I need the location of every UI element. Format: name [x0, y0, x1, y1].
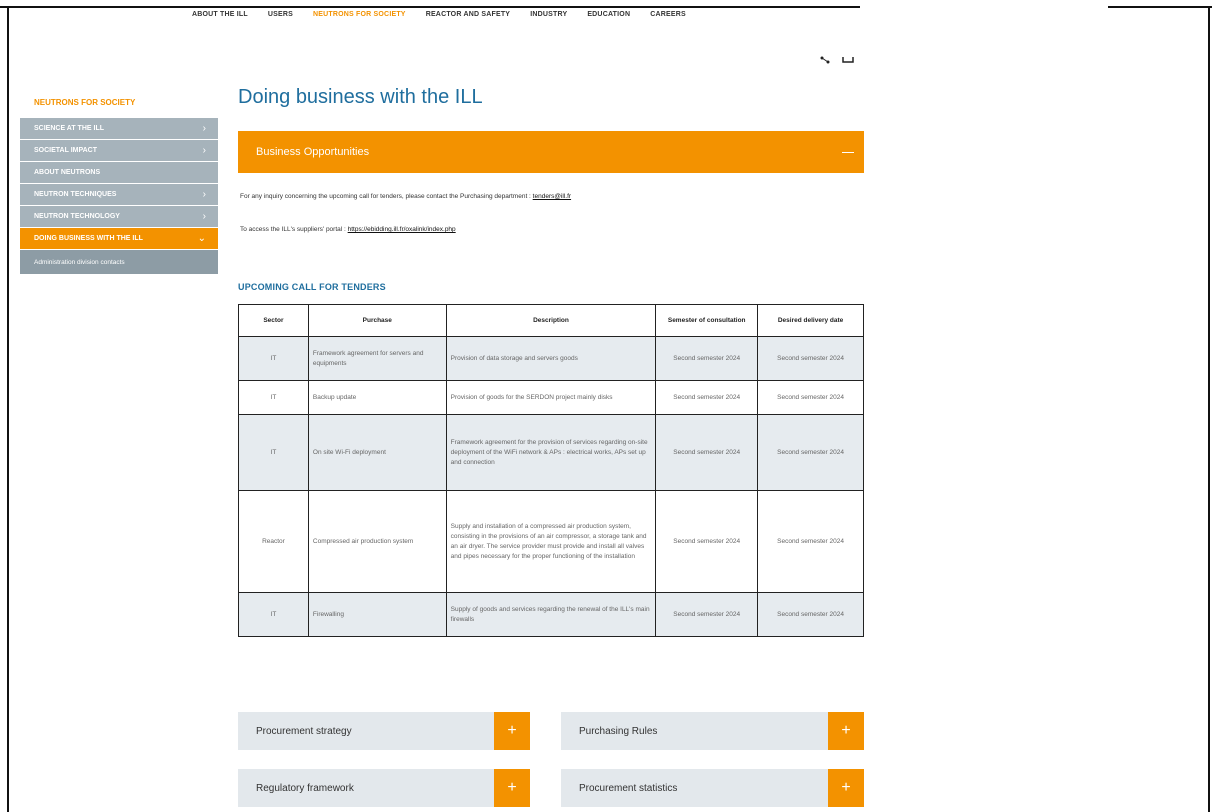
sidebar-item-neutron-techniques[interactable]: NEUTRON TECHNIQUES › — [20, 184, 218, 206]
nav-users[interactable]: USERS — [268, 11, 293, 18]
chevron-down-icon: ⌄ — [197, 233, 206, 244]
nav-careers[interactable]: CAREERS — [650, 11, 686, 18]
cell-semester: Second semester 2024 — [655, 592, 759, 637]
expand-icon[interactable] — [842, 56, 854, 67]
sidebar-item-societal-impact[interactable]: SOCIETAL IMPACT › — [20, 140, 218, 162]
nav-about[interactable]: ABOUT THE ILL — [192, 11, 248, 18]
header-delivery: Desired delivery date — [757, 304, 864, 337]
cell-sector: IT — [238, 380, 309, 415]
frame-right-line — [1208, 6, 1210, 812]
tile-label: Purchasing Rules — [579, 725, 658, 737]
sidebar-item-science[interactable]: SCIENCE AT THE ILL › — [20, 118, 218, 140]
nav-education[interactable]: EDUCATION — [587, 11, 630, 18]
table-row: IT Firewalling Supply of goods and servi… — [238, 592, 864, 637]
plus-icon[interactable]: + — [494, 712, 530, 750]
cell-delivery: Second semester 2024 — [757, 490, 864, 593]
supplier-portal-link[interactable]: https://ebidding.ill.fr/oxalink/index.ph… — [348, 226, 456, 233]
nav-neutrons-for-society[interactable]: NEUTRONS FOR SOCIETY — [313, 11, 406, 18]
cell-delivery: Second semester 2024 — [757, 592, 864, 637]
frame-left-line — [7, 6, 9, 812]
table-header-row: Sector Purchase Description Semester of … — [238, 304, 864, 337]
accordion-label: Business Opportunities — [256, 146, 370, 158]
table-row: IT Backup update Provision of goods for … — [238, 380, 864, 415]
section-title: UPCOMING CALL FOR TENDERS — [238, 282, 386, 292]
sidebar-item-label: NEUTRON TECHNIQUES — [34, 191, 117, 198]
sidebar-item-label: SOCIETAL IMPACT — [34, 147, 97, 154]
cell-purchase: Backup update — [307, 380, 447, 415]
tenders-email-link[interactable]: tenders@ill.fr — [533, 193, 571, 200]
tile-regulatory-framework[interactable]: Regulatory framework + — [238, 769, 530, 807]
cell-purchase: Framework agreement for servers and equi… — [307, 336, 447, 381]
portal-text: To access the ILL's suppliers' portal : — [240, 226, 348, 233]
cell-delivery: Second semester 2024 — [757, 380, 864, 415]
cell-semester: Second semester 2024 — [655, 336, 759, 381]
cell-description: Provision of data storage and servers go… — [445, 336, 657, 381]
business-opportunities-accordion[interactable]: Business Opportunities — [238, 131, 864, 173]
cell-sector: IT — [238, 592, 309, 637]
plus-icon[interactable]: + — [828, 712, 864, 750]
cell-semester: Second semester 2024 — [655, 490, 759, 593]
sidebar: NEUTRONS FOR SOCIETY SCIENCE AT THE ILL … — [20, 96, 218, 274]
cell-semester: Second semester 2024 — [655, 414, 759, 491]
header-purchase: Purchase — [307, 304, 447, 337]
top-navigation: ABOUT THE ILL USERS NEUTRONS FOR SOCIETY… — [192, 11, 706, 18]
main-content: Doing business with the ILL Business Opp… — [238, 86, 864, 637]
tile-purchasing-rules[interactable]: Purchasing Rules + — [561, 712, 864, 750]
portal-paragraph: To access the ILL's suppliers' portal : … — [240, 226, 864, 233]
tile-procurement-strategy[interactable]: Procurement strategy + — [238, 712, 530, 750]
chevron-right-icon: › — [202, 211, 206, 222]
sidebar-item-label: ABOUT NEUTRONS — [34, 169, 101, 176]
cell-delivery: Second semester 2024 — [757, 336, 864, 381]
sidebar-item-label: DOING BUSINESS WITH THE ILL — [34, 235, 143, 242]
tile-label: Procurement statistics — [579, 782, 678, 794]
chevron-right-icon: › — [202, 145, 206, 156]
cell-sector: IT — [238, 414, 309, 491]
frame-top-gap — [860, 6, 1108, 8]
table-row: IT Framework agreement for servers and e… — [238, 336, 864, 381]
table-row: IT On site Wi-Fi deployment Framework ag… — [238, 414, 864, 491]
tile-label: Procurement strategy — [256, 725, 352, 737]
chevron-right-icon: › — [202, 123, 206, 134]
header-sector: Sector — [238, 304, 309, 337]
sidebar-item-doing-business[interactable]: DOING BUSINESS WITH THE ILL ⌄ — [20, 228, 218, 250]
cell-delivery: Second semester 2024 — [757, 414, 864, 491]
plus-icon[interactable]: + — [828, 769, 864, 807]
cell-sector: IT — [238, 336, 309, 381]
cell-purchase: Firewalling — [307, 592, 447, 637]
sidebar-item-label: SCIENCE AT THE ILL — [34, 125, 104, 132]
cell-purchase: Compressed air production system — [307, 490, 447, 593]
cell-semester: Second semester 2024 — [655, 380, 759, 415]
cell-description: Provision of goods for the SERDON projec… — [445, 380, 657, 415]
nav-industry[interactable]: INDUSTRY — [530, 11, 567, 18]
header-description: Description — [445, 304, 657, 337]
tenders-table: Sector Purchase Description Semester of … — [238, 304, 864, 637]
sidebar-title[interactable]: NEUTRONS FOR SOCIETY — [20, 96, 218, 118]
sidebar-subitem-admin-contacts[interactable]: Administration division contacts — [20, 250, 218, 274]
cell-description: Framework agreement for the provision of… — [445, 414, 657, 491]
inquiry-paragraph: For any inquiry concerning the upcoming … — [240, 193, 864, 200]
share-tools — [820, 56, 854, 67]
cell-purchase: On site Wi-Fi deployment — [307, 414, 447, 491]
header-semester: Semester of consultation — [655, 304, 759, 337]
cell-description: Supply of goods and services regarding t… — [445, 592, 657, 637]
plus-icon[interactable]: + — [494, 769, 530, 807]
sidebar-item-label: NEUTRON TECHNOLOGY — [34, 213, 120, 220]
minus-icon — [842, 151, 854, 153]
page-title: Doing business with the ILL — [238, 86, 483, 108]
sidebar-item-neutron-technology[interactable]: NEUTRON TECHNOLOGY › — [20, 206, 218, 228]
cell-description: Supply and installation of a compressed … — [445, 490, 657, 593]
nav-reactor-safety[interactable]: REACTOR AND SAFETY — [426, 11, 511, 18]
sidebar-item-about-neutrons[interactable]: ABOUT NEUTRONS — [20, 162, 218, 184]
share-icon[interactable] — [820, 56, 830, 67]
cell-sector: Reactor — [238, 490, 309, 593]
table-row: Reactor Compressed air production system… — [238, 490, 864, 593]
tile-procurement-statistics[interactable]: Procurement statistics + — [561, 769, 864, 807]
inquiry-text: For any inquiry concerning the upcoming … — [240, 193, 533, 200]
tile-label: Regulatory framework — [256, 782, 354, 794]
chevron-right-icon: › — [202, 189, 206, 200]
